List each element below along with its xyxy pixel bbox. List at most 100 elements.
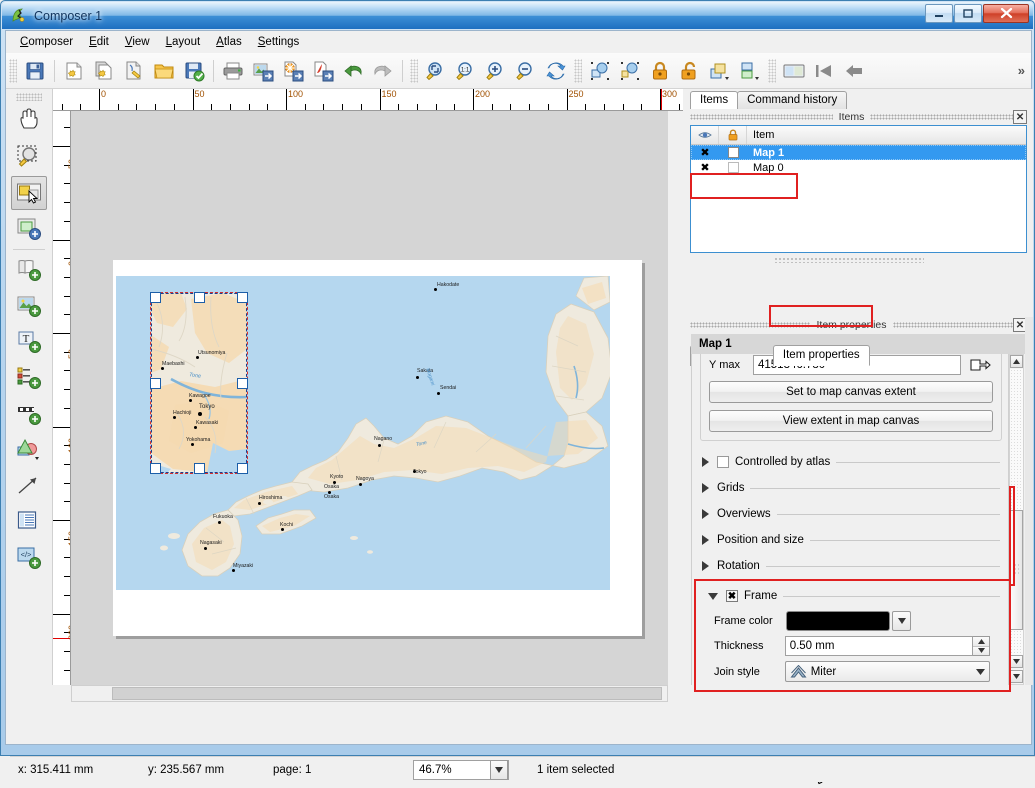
tab-items[interactable]: Items — [690, 91, 739, 109]
controlled-by-atlas-expand-icon[interactable] — [702, 457, 709, 467]
close-button[interactable] — [983, 4, 1029, 23]
toolbar-grip-3[interactable] — [574, 58, 582, 83]
rotation-expand-icon[interactable] — [702, 561, 709, 571]
thickness-decrease-icon[interactable] — [973, 646, 989, 655]
redo-icon[interactable] — [368, 56, 398, 86]
dock-outer-scrollbar[interactable] — [1025, 317, 1033, 685]
canvas-horizontal-scrollbar[interactable] — [71, 685, 668, 702]
toolpanel-grip[interactable] — [16, 93, 42, 101]
zoom-in-icon[interactable] — [481, 56, 511, 86]
menu-layout[interactable]: Layout — [158, 33, 209, 51]
group-items-icon[interactable] — [585, 56, 615, 86]
new-composition-icon[interactable] — [59, 56, 89, 86]
thickness-input[interactable]: 0.50 mm — [784, 636, 974, 656]
add-shape-icon[interactable] — [11, 433, 47, 467]
resize-handle-e[interactable] — [237, 378, 248, 389]
items-tree-row-map1[interactable]: ✖ Map 1 — [691, 145, 1026, 160]
tab-item-properties[interactable]: Item properties — [772, 345, 870, 366]
prop-dock-grip-right[interactable] — [892, 322, 1013, 328]
zoom-full-icon[interactable] — [421, 56, 451, 86]
add-label-icon[interactable]: T — [11, 325, 47, 359]
export-pdf-icon[interactable] — [308, 56, 338, 86]
prop-inner-scrollbar[interactable] — [1009, 354, 1024, 685]
composition-page[interactable]: Hakodate Sakata Sendai Nagano Tokyo Nago… — [113, 260, 642, 636]
resize-handle-nw[interactable] — [150, 292, 161, 303]
ungroup-items-icon[interactable] — [615, 56, 645, 86]
frame-checkbox[interactable]: ✖ — [726, 590, 738, 602]
duplicate-composition-icon[interactable] — [89, 56, 119, 86]
zoom-out-icon[interactable] — [511, 56, 541, 86]
toolbar-grip-4[interactable] — [768, 58, 776, 83]
add-legend-icon[interactable] — [11, 361, 47, 395]
resize-handle-se[interactable] — [237, 463, 248, 474]
print-icon[interactable] — [218, 56, 248, 86]
unlock-items-icon[interactable] — [675, 56, 705, 86]
join-style-dropdown-arrow[interactable] — [976, 668, 985, 675]
resize-handle-w[interactable] — [150, 378, 161, 389]
zoom-actual-icon[interactable]: 1:1 — [451, 56, 481, 86]
add-table-icon[interactable] — [11, 505, 47, 539]
map1-lock-checkbox[interactable] — [719, 147, 747, 158]
items-dock-grip-right[interactable] — [870, 114, 1014, 120]
undo-icon[interactable] — [338, 56, 368, 86]
add-html-icon[interactable]: </> — [11, 541, 47, 575]
items-tree-row-map0[interactable]: ✖ Map 0 — [691, 160, 1026, 175]
map0-lock-checkbox[interactable] — [719, 162, 747, 173]
atlas-first-icon[interactable] — [809, 56, 839, 86]
resize-handle-sw[interactable] — [150, 463, 161, 474]
atlas-prev-icon[interactable] — [839, 56, 869, 86]
zoom-tool-icon[interactable] — [11, 140, 47, 174]
prop-scroll-down-button-2[interactable] — [1010, 670, 1023, 683]
composer-manager-icon[interactable] — [119, 56, 149, 86]
zoom-dropdown-arrow[interactable] — [490, 759, 508, 780]
select-move-item-icon[interactable] — [11, 176, 47, 210]
zoom-level-combobox[interactable]: 46.7% — [413, 759, 509, 780]
add-arrow-icon[interactable] — [11, 469, 47, 503]
menu-edit[interactable]: Edit — [81, 33, 117, 51]
controlled-by-atlas-checkbox[interactable] — [717, 456, 729, 468]
lock-items-icon[interactable] — [645, 56, 675, 86]
resize-handle-n[interactable] — [194, 292, 205, 303]
align-items-icon[interactable] — [735, 56, 765, 86]
add-image-icon[interactable] — [11, 289, 47, 323]
map0-visibility-checkbox[interactable]: ✖ — [691, 162, 719, 173]
ymax-data-defined-button[interactable] — [967, 355, 993, 375]
toolbar-grip-2[interactable] — [410, 58, 418, 83]
map-1-item[interactable]: Utsunomiya Maebashi Kawagoe Tokyo Hachio… — [150, 292, 248, 474]
items-dock-grip-left[interactable] — [690, 114, 833, 120]
items-tree[interactable]: Item ✖ Map 1 ✖ Map 0 — [690, 125, 1027, 253]
section-rotation[interactable]: Rotation — [692, 553, 1008, 579]
toolbar-overflow-button[interactable]: » — [1018, 63, 1025, 78]
frame-color-swatch[interactable] — [786, 611, 890, 631]
add-map-icon[interactable] — [11, 253, 47, 287]
export-svg-icon[interactable] — [278, 56, 308, 86]
add-scalebar-icon[interactable] — [11, 397, 47, 431]
pan-tool-icon[interactable] — [11, 104, 47, 138]
minimize-button[interactable] — [925, 4, 953, 23]
resize-handle-s[interactable] — [194, 463, 205, 474]
menu-view[interactable]: View — [117, 33, 158, 51]
toolbar-grip-1[interactable] — [9, 58, 17, 83]
section-position-and-size[interactable]: Position and size — [692, 527, 1008, 553]
prop-scroll-up-button[interactable] — [1010, 355, 1023, 368]
tab-command-history[interactable]: Command history — [737, 91, 848, 109]
load-template-icon[interactable] — [149, 56, 179, 86]
dock-splitter[interactable] — [774, 257, 924, 263]
grids-expand-icon[interactable] — [702, 483, 709, 493]
frame-color-dropdown-arrow[interactable] — [892, 611, 911, 631]
section-frame[interactable]: ✖ Frame — [692, 583, 1008, 609]
view-extent-in-map-canvas-button[interactable]: View extent in map canvas — [709, 410, 993, 432]
composition-canvas[interactable]: Hakodate Sakata Sendai Nagano Tokyo Nago… — [71, 111, 683, 685]
prop-scroll-thumb[interactable] — [1010, 510, 1023, 630]
map1-visibility-checkbox[interactable]: ✖ — [691, 147, 719, 158]
section-overviews[interactable]: Overviews — [692, 501, 1008, 527]
thickness-stepper[interactable] — [973, 636, 990, 656]
move-item-content-icon[interactable] — [11, 212, 47, 246]
join-style-combobox[interactable]: Miter — [784, 661, 990, 682]
refresh-icon[interactable] — [541, 56, 571, 86]
atlas-preview-icon[interactable] — [779, 56, 809, 86]
canvas-hscroll-thumb[interactable] — [112, 687, 662, 700]
section-grids[interactable]: Grids — [692, 475, 1008, 501]
prop-dock-grip-left[interactable] — [690, 322, 811, 328]
section-controlled-by-atlas[interactable]: Controlled by atlas — [692, 449, 1008, 475]
